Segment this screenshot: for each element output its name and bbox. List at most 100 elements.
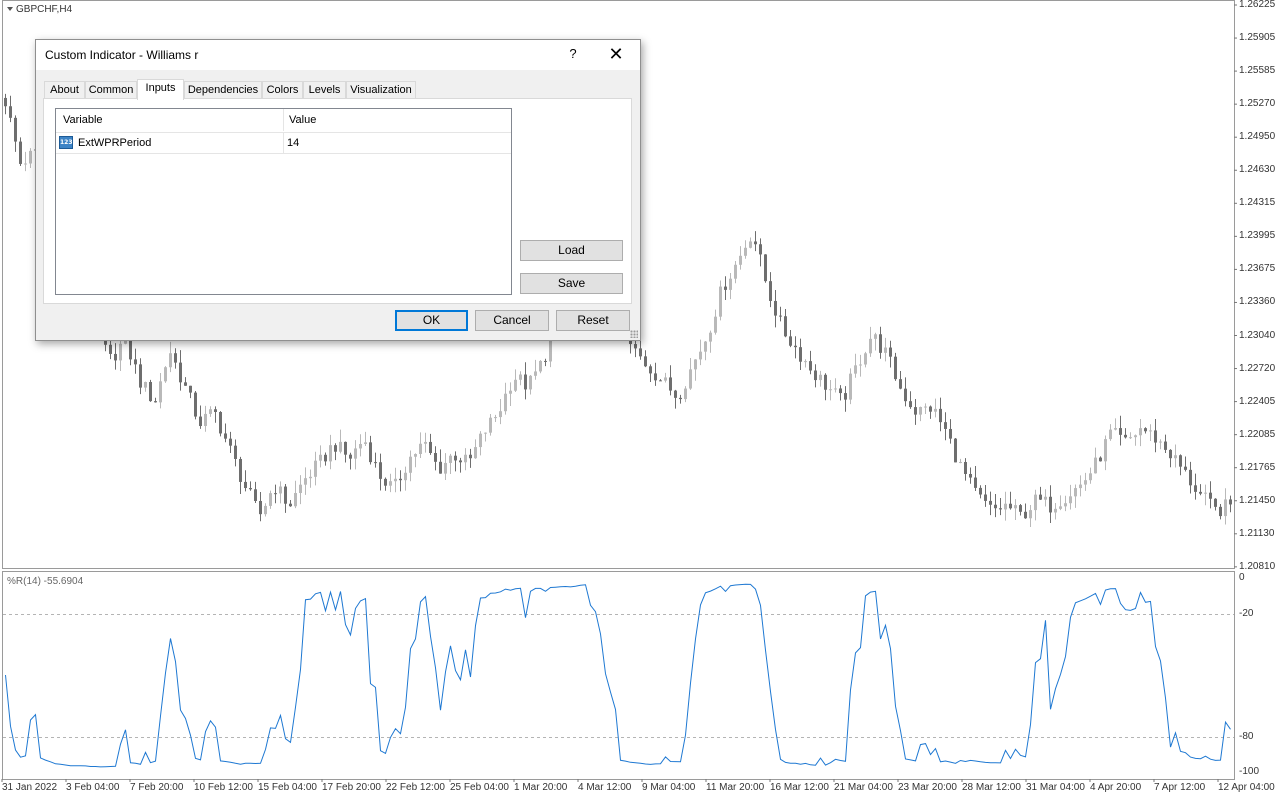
save-button[interactable]: Save <box>520 273 623 294</box>
candle <box>1224 488 1227 525</box>
candle <box>654 362 657 386</box>
column-header-value[interactable]: Value <box>289 114 316 126</box>
candle-body <box>799 347 802 362</box>
candle-body <box>274 493 277 495</box>
candle <box>739 246 742 270</box>
candle-body <box>1054 508 1057 513</box>
tab-inputs[interactable]: Inputs <box>137 79 184 100</box>
dialog-titlebar[interactable]: Custom Indicator - Williams r ? ✕ <box>36 40 640 70</box>
candle <box>809 350 812 375</box>
candle <box>479 431 482 456</box>
candle <box>764 254 767 283</box>
candle <box>379 453 382 491</box>
candle <box>324 452 327 466</box>
candle <box>1124 428 1127 439</box>
input-value-cell[interactable]: 14 <box>287 137 299 149</box>
candle <box>989 491 992 516</box>
candle-body <box>309 476 312 479</box>
time-tick-label: 22 Feb 12:00 <box>386 782 445 793</box>
candle <box>854 353 857 378</box>
candle <box>529 374 532 395</box>
candle-body <box>1009 503 1012 509</box>
candle-body <box>1049 496 1052 513</box>
candle <box>514 369 517 392</box>
tab-common[interactable]: Common <box>85 81 137 98</box>
tab-visualization[interactable]: Visualization <box>346 81 416 98</box>
candle-body <box>834 388 837 390</box>
indicator-level-lines <box>3 614 1234 738</box>
candle-body <box>824 374 827 390</box>
load-button[interactable]: Load <box>520 240 623 261</box>
candle <box>424 432 427 453</box>
column-header-variable[interactable]: Variable <box>63 114 103 126</box>
inputs-grid[interactable]: Variable Value 123 ExtWPRPeriod 14 <box>55 108 512 295</box>
candle-body <box>724 286 727 290</box>
candle <box>184 377 187 386</box>
candle-body <box>304 478 307 485</box>
candle-body <box>929 406 932 412</box>
tab-levels[interactable]: Levels <box>303 81 346 98</box>
candle-body <box>739 255 742 265</box>
tab-colors[interactable]: Colors <box>262 81 303 98</box>
table-row[interactable]: 123 ExtWPRPeriod 14 <box>56 133 511 154</box>
candle-body <box>689 369 692 389</box>
candle-body <box>1194 485 1197 492</box>
candle-body <box>1069 496 1072 504</box>
candle <box>509 382 512 407</box>
cancel-button[interactable]: Cancel <box>475 310 549 331</box>
time-tick-label: 28 Mar 12:00 <box>962 782 1021 793</box>
candle-body <box>794 345 797 348</box>
candle <box>1199 484 1202 496</box>
candle <box>1094 447 1097 474</box>
candle-body <box>494 417 497 419</box>
candle <box>294 480 297 509</box>
candle-body <box>1094 457 1097 474</box>
tab-dependencies[interactable]: Dependencies <box>184 81 262 98</box>
reset-button[interactable]: Reset <box>556 310 630 331</box>
candle-body <box>319 454 322 461</box>
candle-body <box>909 401 912 408</box>
close-icon[interactable]: ✕ <box>606 44 626 64</box>
candle-body <box>1204 492 1207 494</box>
candle <box>1149 424 1152 442</box>
tab-about[interactable]: About <box>44 81 85 98</box>
candle-body <box>969 473 972 478</box>
ok-button[interactable]: OK <box>395 310 468 331</box>
candle <box>414 453 417 468</box>
candle-body <box>1219 506 1222 517</box>
candle <box>29 148 32 168</box>
candle-body <box>654 373 657 381</box>
candle <box>639 338 642 360</box>
candle-body <box>1079 484 1082 489</box>
candle-body <box>349 454 352 459</box>
price-tick-label: 1.22085 <box>1239 428 1276 440</box>
symbol-label[interactable]: GBPCHF,H4 <box>7 4 72 15</box>
candle <box>1024 503 1027 519</box>
candle <box>439 449 442 474</box>
candle <box>264 503 267 517</box>
candle <box>869 326 872 357</box>
candle-body <box>224 433 227 439</box>
candle <box>814 364 817 388</box>
candle-body <box>1134 435 1137 438</box>
candle-body <box>399 478 402 481</box>
candle <box>114 343 117 370</box>
candle <box>664 372 667 383</box>
candle <box>849 368 852 405</box>
candle-body <box>1109 429 1112 440</box>
time-tick-label: 4 Mar 12:00 <box>578 782 632 793</box>
candle-body <box>404 472 407 481</box>
resize-grip-icon[interactable] <box>630 330 638 338</box>
column-divider[interactable] <box>283 109 284 131</box>
candle <box>339 429 342 454</box>
candle <box>799 338 802 371</box>
candle-body <box>1014 505 1017 509</box>
candle-body <box>354 448 357 459</box>
help-button[interactable]: ? <box>566 46 580 61</box>
candle <box>409 450 412 482</box>
custom-indicator-dialog[interactable]: Custom Indicator - Williams r ? ✕ About … <box>35 39 641 341</box>
candle-body <box>839 388 842 394</box>
candle-body <box>169 353 172 368</box>
price-tick-label: 1.21130 <box>1239 527 1275 539</box>
candle <box>9 95 12 123</box>
